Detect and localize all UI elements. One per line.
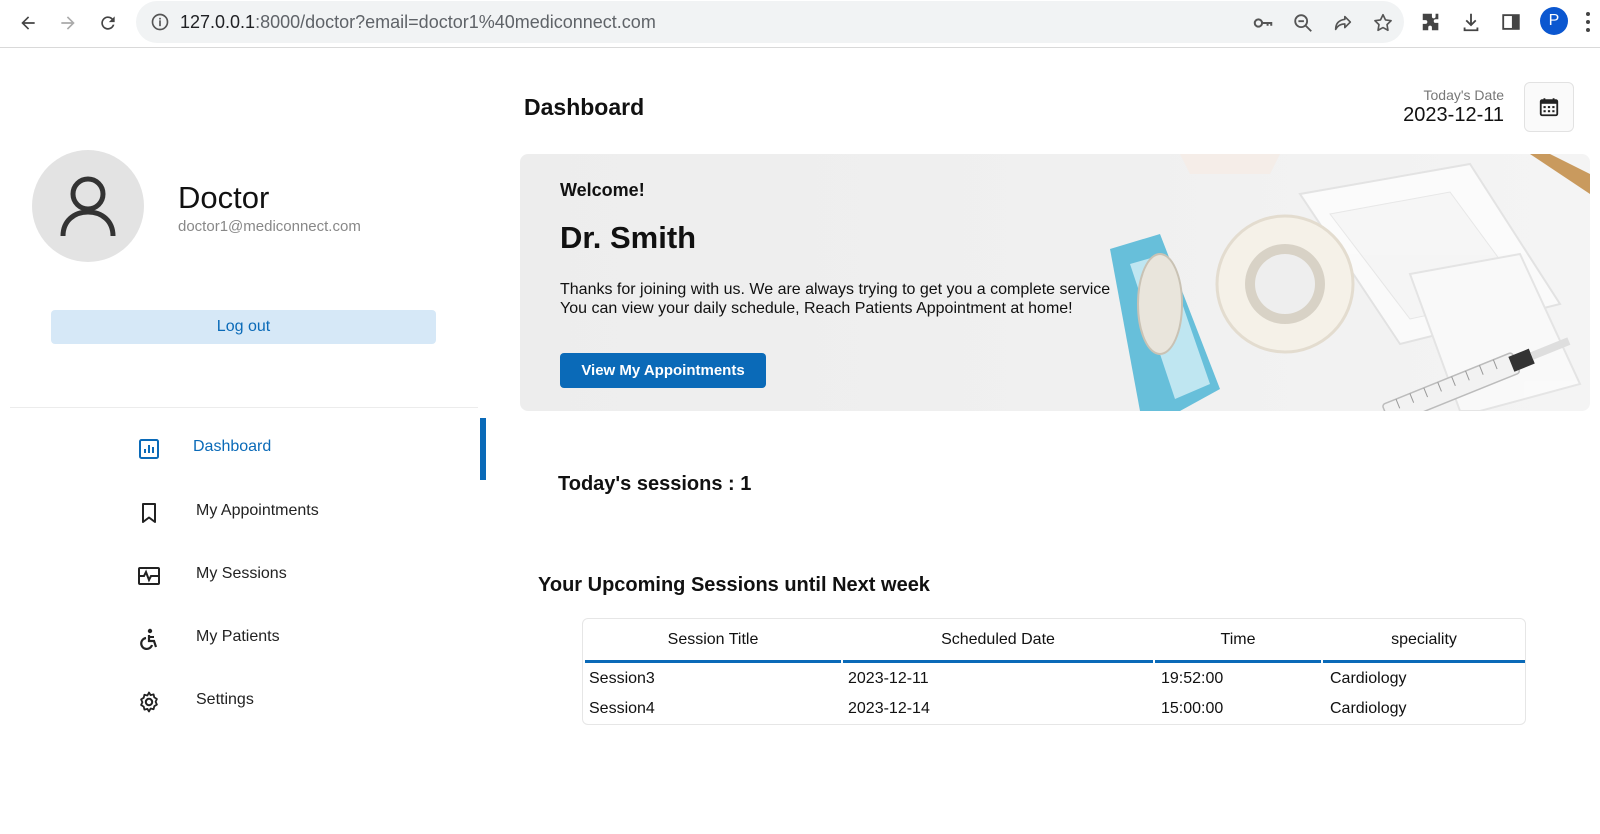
sidebar-item-appointments[interactable]: My Appointments xyxy=(0,482,486,542)
table-cell: 2023-12-11 xyxy=(848,670,929,687)
url-text: 127.0.0.1:8000/doctor?email=doctor1%40me… xyxy=(180,12,656,32)
table-cell: Session3 xyxy=(589,670,655,687)
sessions-icon xyxy=(138,567,160,585)
reload-icon[interactable] xyxy=(92,7,124,39)
doctor-name: Dr. Smith xyxy=(560,220,697,255)
table-cell: 15:00:00 xyxy=(1161,700,1224,717)
column-header-session-title: Session Title xyxy=(585,619,841,663)
sidebar-item-settings[interactable]: Settings xyxy=(0,671,486,731)
column-header-speciality: speciality xyxy=(1323,619,1525,663)
table-cell: 2023-12-14 xyxy=(848,700,930,717)
table-cell: Cardiology xyxy=(1330,700,1407,717)
sidebar-divider xyxy=(10,407,478,408)
side-panel-icon[interactable] xyxy=(1500,11,1522,33)
upcoming-sessions-table: Session Title Scheduled Date Time specia… xyxy=(582,618,1526,725)
view-appointments-button[interactable]: View My Appointments xyxy=(560,353,766,388)
active-indicator xyxy=(480,418,486,480)
sidebar-item-sessions[interactable]: My Sessions xyxy=(0,545,486,605)
gear-icon xyxy=(140,691,158,713)
sidebar-item-patients[interactable]: My Patients xyxy=(0,608,486,668)
calendar-button[interactable] xyxy=(1524,82,1574,132)
sidebar-item-label: My Patients xyxy=(196,628,280,645)
bookmark-icon xyxy=(142,503,156,523)
table-cell: Session4 xyxy=(589,700,655,717)
sidebar-item-label: My Sessions xyxy=(196,565,287,582)
welcome-banner: Welcome! Dr. Smith Thanks for joining wi… xyxy=(520,154,1590,411)
key-icon[interactable] xyxy=(1252,12,1274,34)
column-header-time: Time xyxy=(1155,619,1321,663)
avatar xyxy=(32,150,144,262)
download-icon[interactable] xyxy=(1460,11,1482,33)
todays-sessions-count: Today's sessions : 1 xyxy=(558,473,752,495)
profile-avatar[interactable]: P xyxy=(1540,7,1568,35)
address-bar[interactable]: 127.0.0.1:8000/doctor?email=doctor1%40me… xyxy=(136,1,1404,43)
accessibility-icon xyxy=(140,628,158,651)
user-icon xyxy=(60,176,116,237)
calendar-icon xyxy=(1539,98,1559,117)
zoom-out-icon[interactable] xyxy=(1292,12,1314,34)
date-value: 2023-12-11 xyxy=(1403,104,1504,126)
back-icon[interactable] xyxy=(12,7,44,39)
table-cell: 19:52:00 xyxy=(1161,670,1224,687)
sidebar-item-dashboard[interactable]: Dashboard xyxy=(0,418,486,478)
sidebar-item-label: Dashboard xyxy=(193,438,272,455)
site-info-icon[interactable] xyxy=(150,12,170,32)
column-header-scheduled-date: Scheduled Date xyxy=(843,619,1153,663)
kebab-menu-icon[interactable] xyxy=(1584,10,1592,34)
logout-button[interactable]: Log out xyxy=(51,310,436,344)
star-icon[interactable] xyxy=(1372,12,1394,34)
dashboard-icon xyxy=(139,439,159,459)
welcome-text: Welcome! xyxy=(560,180,645,200)
forward-icon[interactable] xyxy=(52,7,84,39)
extensions-icon[interactable] xyxy=(1420,11,1442,33)
sidebar-item-label: My Appointments xyxy=(196,502,319,519)
share-icon[interactable] xyxy=(1332,12,1354,34)
sidebar-item-label: Settings xyxy=(196,691,254,708)
profile-email: doctor1@mediconnect.com xyxy=(178,218,361,235)
profile-name: Doctor xyxy=(178,180,270,215)
browser-toolbar: 127.0.0.1:8000/doctor?email=doctor1%40me… xyxy=(0,0,1600,48)
table-cell: Cardiology xyxy=(1330,670,1407,687)
page-title: Dashboard xyxy=(524,94,645,120)
date-label: Today's Date xyxy=(1423,87,1505,103)
banner-description: Thanks for joining with us. We are alway… xyxy=(560,280,1180,318)
banner-line-1: Thanks for joining with us. We are alway… xyxy=(560,281,1111,298)
banner-line-2: You can view your daily schedule, Reach … xyxy=(560,300,1073,317)
upcoming-sessions-title: Your Upcoming Sessions until Next week xyxy=(538,574,930,596)
